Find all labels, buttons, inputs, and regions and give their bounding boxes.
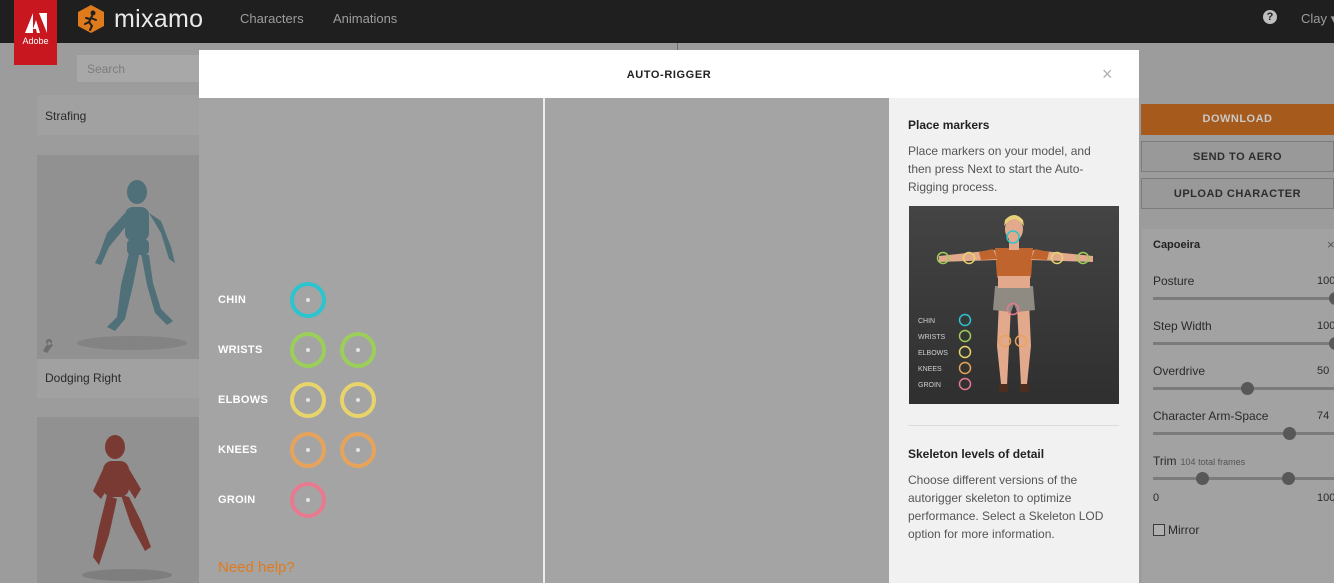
card-thumbnail (37, 417, 202, 583)
animation-card[interactable]: Dodging Right (37, 155, 202, 398)
legend-elbows: ELBOWS (918, 350, 948, 357)
marker-center-dot (306, 348, 310, 352)
trim-start-thumb[interactable] (1196, 472, 1209, 485)
close-icon[interactable]: × (1327, 237, 1334, 252)
modal-title: AUTO-RIGGER (626, 69, 712, 81)
trim-frames-note: 104 total frames (1180, 457, 1246, 467)
trim-min: 0 (1153, 492, 1160, 504)
slider-thumb[interactable] (1241, 382, 1254, 395)
trim-label: Trim (1153, 454, 1177, 468)
marker-guide-figure-icon: CHIN WRISTS ELBOWS KNEES GROIN (909, 206, 1119, 404)
adobe-label: Adobe (22, 36, 49, 46)
help-icon[interactable]: ? (1263, 10, 1277, 24)
skeleton-lod-text: Choose different versions of the autorig… (908, 473, 1104, 541)
overdrive-slider[interactable] (1153, 382, 1334, 395)
marker-center-dot (356, 448, 360, 452)
nav-animations[interactable]: Animations (333, 11, 397, 26)
header-divider (677, 43, 678, 50)
legend-knees: KNEES (918, 366, 942, 373)
marker-label-chin: CHIN (218, 294, 247, 306)
checkbox-icon[interactable] (1153, 524, 1165, 536)
param-label-posture: Posture (1153, 274, 1195, 288)
legend-chin: CHIN (918, 318, 935, 325)
marker-center-dot (356, 348, 360, 352)
trim-range-slider[interactable] (1153, 472, 1334, 485)
skeleton-lod-heading: Skeleton levels of detail (908, 447, 1045, 461)
mirror-label: Mirror (1168, 523, 1200, 537)
wrists-marker[interactable] (340, 332, 376, 368)
param-label-arm-space: Character Arm-Space (1153, 409, 1269, 423)
param-value-step-width: 100 (1317, 320, 1334, 332)
marker-label-elbows: ELBOWS (218, 394, 269, 406)
posture-slider[interactable] (1153, 292, 1334, 305)
param-label-step-width: Step Width (1153, 319, 1212, 333)
marker-label-knees: KNEES (218, 444, 258, 456)
side-viewport[interactable] (545, 98, 889, 583)
trim-end-thumb[interactable] (1282, 472, 1295, 485)
card-label: Dodging Right (45, 371, 122, 385)
elbows-marker[interactable] (340, 382, 376, 418)
card-thumbnail (37, 155, 202, 359)
marker-center-dot (356, 398, 360, 402)
nav-characters[interactable]: Characters (240, 11, 304, 26)
auto-rigger-sidebar: Place markers Place markers on your mode… (889, 98, 1139, 583)
auto-rigger-modal: AUTO-RIGGER × CHIN WRISTS ELBOWS KNEES GROIN… (199, 50, 1139, 583)
marker-center-dot (306, 398, 310, 402)
marker-center-dot (306, 298, 310, 302)
character-figure-icon (43, 180, 187, 353)
trim-max: 100 (1317, 492, 1334, 504)
section-divider (908, 425, 1119, 426)
chin-marker[interactable] (290, 282, 326, 318)
knees-marker[interactable] (340, 432, 376, 468)
card-label: Strafing (45, 109, 87, 123)
param-value-posture: 100 (1317, 275, 1334, 287)
mixamo-logo-icon[interactable] (77, 4, 105, 34)
slider-thumb[interactable] (1329, 337, 1334, 350)
legend-groin: GROIN (918, 382, 941, 389)
send-to-aero-button[interactable]: SEND TO AERO (1141, 141, 1334, 172)
user-menu[interactable]: Clay ▾ (1301, 11, 1334, 27)
param-value-arm-space: 74 (1317, 410, 1330, 422)
place-markers-text: Place markers on your model, and then pr… (908, 144, 1091, 194)
param-label-trim: Trim 104 total frames (1153, 454, 1245, 468)
animation-settings-panel: Capoeira × Posture 100 Step Width 100 Ov… (1142, 229, 1334, 583)
front-viewport[interactable]: CHIN WRISTS ELBOWS KNEES GROIN (199, 98, 543, 583)
marker-center-dot (306, 498, 310, 502)
slider-thumb[interactable] (1283, 427, 1296, 440)
knees-marker[interactable] (290, 432, 326, 468)
need-help-link[interactable]: Need help? (218, 559, 295, 576)
param-value-overdrive: 50 (1317, 365, 1330, 377)
wrists-marker[interactable] (290, 332, 326, 368)
place-markers-heading: Place markers (908, 118, 990, 132)
elbows-marker[interactable] (290, 382, 326, 418)
download-button[interactable]: DOWNLOAD (1141, 104, 1334, 135)
param-label-overdrive: Overdrive (1153, 364, 1206, 378)
search-input[interactable]: Search (76, 54, 216, 83)
close-icon[interactable]: × (1102, 64, 1113, 85)
animation-card[interactable] (37, 417, 202, 583)
step-width-slider[interactable] (1153, 337, 1334, 350)
mirror-checkbox[interactable]: Mirror (1153, 523, 1199, 537)
upload-character-button[interactable]: UPLOAD CHARACTER (1141, 178, 1334, 209)
modal-header: AUTO-RIGGER × (199, 50, 1139, 98)
marker-guide-image: CHIN WRISTS ELBOWS KNEES GROIN (909, 206, 1119, 404)
arm-space-slider[interactable] (1153, 427, 1334, 440)
marker-label-wrists: WRISTS (218, 344, 263, 356)
slider-thumb[interactable] (1329, 292, 1334, 305)
top-nav-bar: Adobe mixamo Characters Animations ? Cla… (0, 0, 1334, 65)
character-figure-icon (82, 435, 172, 581)
legend-wrists: WRISTS (918, 334, 946, 341)
animation-card[interactable]: Strafing (37, 95, 202, 135)
adobe-a-icon (24, 13, 47, 33)
marker-label-groin: GROIN (218, 494, 256, 506)
adobe-logo[interactable]: Adobe (14, 0, 57, 65)
marker-center-dot (306, 448, 310, 452)
brand-name[interactable]: mixamo (114, 5, 203, 34)
animation-title: Capoeira (1153, 239, 1201, 251)
groin-marker[interactable] (290, 482, 326, 518)
